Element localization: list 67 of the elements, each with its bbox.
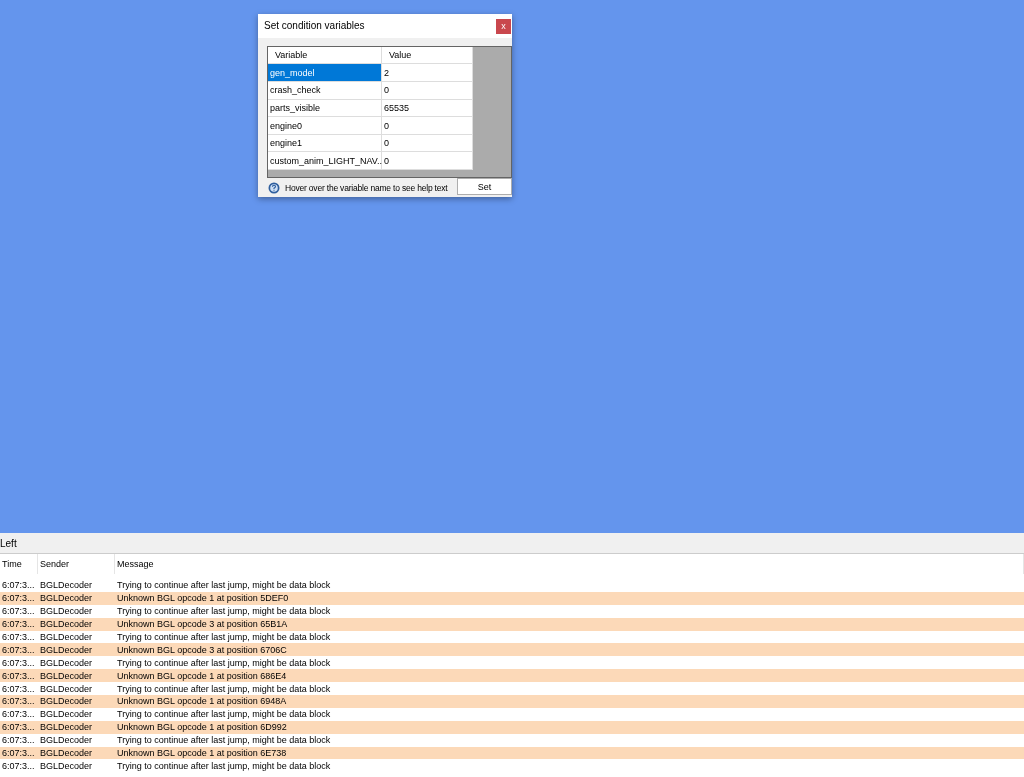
message-cell-text: Unknown BGL opcode 1 at position 6E738 <box>116 747 288 760</box>
sender-cell-text: BGLDecoder <box>39 579 94 592</box>
value-cell[interactable]: 0 <box>382 82 473 99</box>
message-cell-text: Unknown BGL opcode 1 at position 6948A <box>116 695 288 708</box>
close-button[interactable]: x <box>496 18 511 34</box>
time-cell-text: 6:07:3... <box>1 631 36 644</box>
message-cell-text: Trying to continue after last jump, might be data block <box>116 656 332 670</box>
column-header[interactable]: Value <box>382 46 473 64</box>
time-cell-text: 6:07:3... <box>1 721 36 734</box>
message-cell-text: Trying to continue after last jump, might be data block <box>116 734 332 747</box>
message-cell-text: Trying to continue after last jump, might be data block <box>116 759 332 773</box>
message-cell-text: Trying to continue after last jump, might be data block <box>116 708 332 721</box>
sender-cell-text: BGLDecoder <box>39 656 94 670</box>
time-cell-text: 6:07:3... <box>1 656 36 670</box>
log-row[interactable]: 6:07:3... BGLDecoder Unknown BGL opcode 1 at position 6948A <box>0 695 1024 708</box>
message-cell-text: Unknown BGL opcode 1 at position 5DEF0 <box>116 592 290 605</box>
message-cell-text: Unknown BGL opcode 1 at position 6D992 <box>116 721 288 734</box>
message-cell-text: Trying to continue after last jump, might be data block <box>116 579 332 592</box>
value-cell[interactable]: 2 <box>382 64 473 82</box>
message-cell-text: Trying to continue after last jump, might be data block <box>116 682 332 695</box>
time-cell-text: 6:07:3... <box>1 605 36 618</box>
message-cell-text: Trying to continue after last jump, might be data block <box>116 631 332 644</box>
time-cell-text: 6:07:3... <box>1 618 36 631</box>
value-cell[interactable]: 0 <box>382 117 473 134</box>
time-cell-text: 6:07:3... <box>1 695 36 708</box>
column-header[interactable]: Message <box>115 554 1024 574</box>
help-text: Hover over the variable name to see help text <box>285 182 448 193</box>
panel-title: Left <box>0 537 17 549</box>
message-cell-text: Unknown BGL opcode 3 at position 65B1A <box>116 618 289 631</box>
time-cell-text: 6:07:3... <box>1 747 36 760</box>
time-cell-text: 6:07:3... <box>1 669 36 683</box>
sender-cell-text: BGLDecoder <box>39 592 94 605</box>
variable-cell[interactable]: crash_check <box>268 82 382 99</box>
column-header[interactable]: Time <box>0 554 38 574</box>
sender-cell-text: BGLDecoder <box>39 695 94 708</box>
sender-cell-text: BGLDecoder <box>39 669 94 683</box>
time-cell-text: 6:07:3... <box>1 759 36 773</box>
message-cell-text: Unknown BGL opcode 1 at position 686E4 <box>116 669 288 683</box>
variable-cell[interactable]: engine0 <box>268 117 382 134</box>
time-cell-text: 6:07:3... <box>1 643 36 657</box>
column-header[interactable]: Sender <box>38 554 115 574</box>
sender-cell-text: BGLDecoder <box>39 708 94 721</box>
sender-cell-text: BGLDecoder <box>39 747 94 760</box>
help-icon <box>268 181 280 194</box>
sender-cell-text: BGLDecoder <box>39 682 94 695</box>
log-row[interactable]: 6:07:3... BGLDecoder Unknown BGL opcode 3 at position 6706C <box>0 643 1024 657</box>
variable-cell[interactable]: gen_model <box>268 64 382 82</box>
value-cell[interactable]: 0 <box>382 152 473 169</box>
time-cell-text: 6:07:3... <box>1 592 36 605</box>
message-cell-text: Trying to continue after last jump, might be data block <box>116 605 332 618</box>
message-cell-text: Unknown BGL opcode 3 at position 6706C <box>116 643 288 657</box>
log-row[interactable]: 6:07:3... BGLDecoder Unknown BGL opcode 1 at position 686E4 <box>0 669 1024 683</box>
sender-cell-text: BGLDecoder <box>39 734 94 747</box>
sender-cell-text: BGLDecoder <box>39 643 94 657</box>
time-cell-text: 6:07:3... <box>1 708 36 721</box>
sender-cell-text: BGLDecoder <box>39 631 94 644</box>
sender-cell-text: BGLDecoder <box>39 605 94 618</box>
time-cell-text: 6:07:3... <box>1 734 36 747</box>
sender-cell-text: BGLDecoder <box>39 759 94 773</box>
set-button[interactable]: Set <box>457 178 512 196</box>
dialog-title: Set condition variables <box>264 20 365 32</box>
variable-cell[interactable]: custom_anim_LIGHT_NAV... <box>268 152 382 169</box>
time-cell-text: 6:07:3... <box>1 579 36 592</box>
time-cell-text: 6:07:3... <box>1 682 36 695</box>
sender-cell-text: BGLDecoder <box>39 618 94 631</box>
sender-cell-text: BGLDecoder <box>39 721 94 734</box>
column-header[interactable]: Variable <box>268 46 382 64</box>
